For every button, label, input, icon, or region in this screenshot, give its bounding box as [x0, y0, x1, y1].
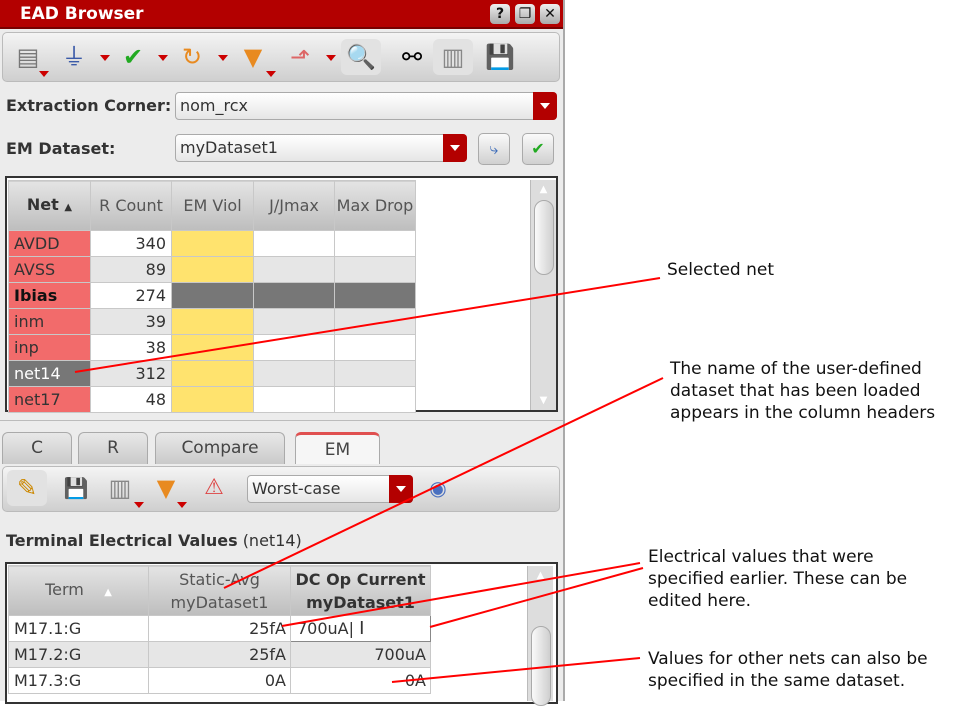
callout-line	[74, 277, 661, 373]
callout-line	[391, 657, 641, 683]
callout-line	[429, 567, 644, 628]
callout-line	[223, 377, 664, 589]
annotation-lines	[74, 277, 664, 683]
callout-line	[281, 562, 641, 627]
